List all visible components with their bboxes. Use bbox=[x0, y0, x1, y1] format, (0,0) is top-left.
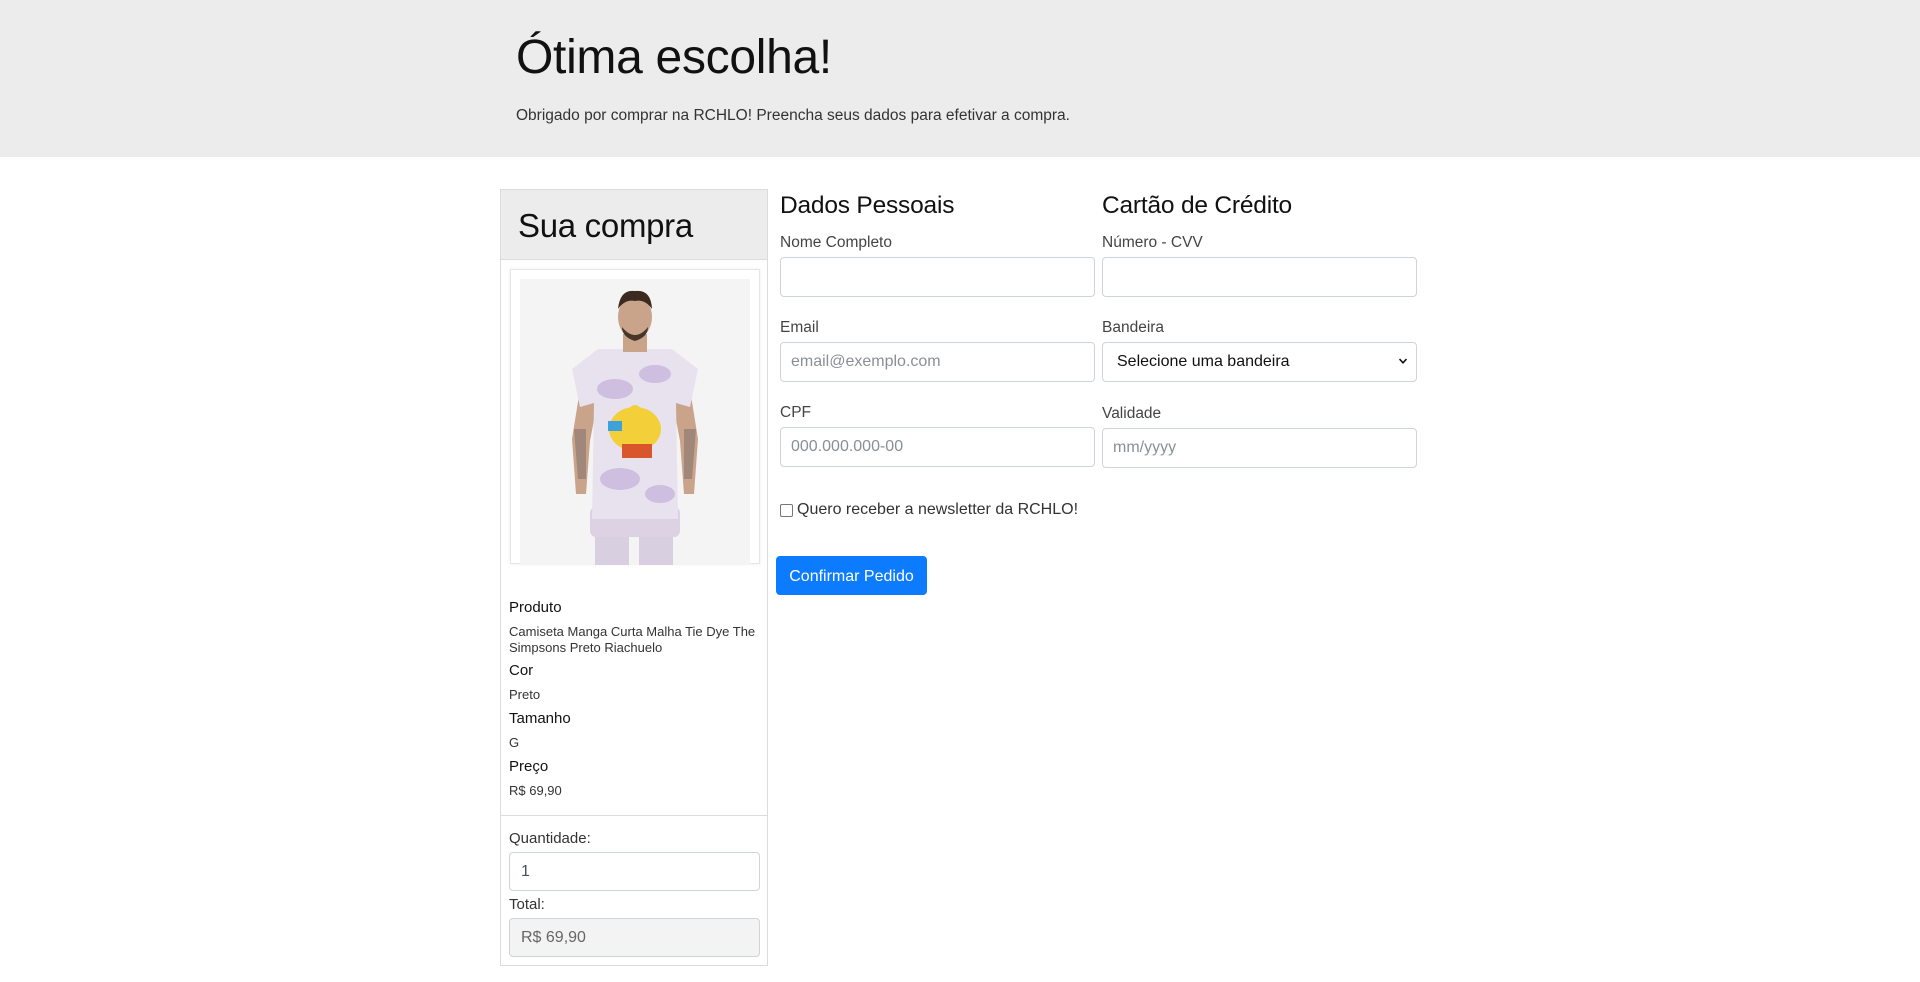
confirm-order-button[interactable]: Confirmar Pedido bbox=[776, 556, 927, 595]
order-summary-header: Sua compra bbox=[501, 190, 767, 260]
newsletter-label[interactable]: Quero receber a newsletter da RCHLO! bbox=[797, 501, 1078, 519]
product-label: Produto bbox=[509, 599, 562, 616]
card-divider bbox=[501, 815, 767, 816]
product-image bbox=[520, 279, 750, 565]
page-lead: Obrigado por comprar na RCHLO! Preencha … bbox=[516, 107, 1070, 124]
card-number-input[interactable] bbox=[1102, 257, 1417, 297]
card-number-label: Número - CVV bbox=[1102, 234, 1203, 251]
newsletter-checkbox[interactable] bbox=[780, 504, 793, 517]
order-summary-card: Sua compra Produto Camiseta Manga Curta … bbox=[500, 189, 768, 966]
total-label: Total: bbox=[509, 896, 545, 913]
total-field: R$ 69,90 bbox=[509, 918, 760, 957]
product-thumbnail bbox=[510, 269, 760, 565]
personal-data-title: Dados Pessoais bbox=[780, 192, 955, 219]
size-label: Tamanho bbox=[509, 710, 571, 727]
card-brand-selected: Selecione uma bandeira bbox=[1117, 353, 1290, 370]
cpf-input[interactable]: 000.000.000-00 bbox=[780, 427, 1095, 467]
expiry-placeholder: mm/yyyy bbox=[1113, 439, 1177, 456]
cpf-placeholder: 000.000.000-00 bbox=[791, 438, 904, 455]
chevron-down-icon bbox=[1399, 358, 1407, 364]
tshirt-model-illustration bbox=[520, 279, 750, 565]
price-value: R$ 69,90 bbox=[509, 783, 562, 798]
full-name-label: Nome Completo bbox=[780, 234, 892, 251]
cpf-label: CPF bbox=[780, 404, 811, 421]
email-placeholder: email@exemplo.com bbox=[791, 353, 941, 370]
card-brand-label: Bandeira bbox=[1102, 319, 1165, 336]
expiry-label: Validade bbox=[1102, 405, 1162, 422]
color-value: Preto bbox=[509, 687, 541, 702]
quantity-label: Quantidade: bbox=[509, 830, 591, 847]
credit-card-title: Cartão de Crédito bbox=[1102, 192, 1292, 219]
email-input[interactable]: email@exemplo.com bbox=[780, 342, 1095, 382]
card-brand-select[interactable]: Selecione uma bandeira bbox=[1102, 342, 1417, 382]
order-summary-title: Sua compra bbox=[518, 207, 693, 244]
quantity-input[interactable]: 1 bbox=[509, 852, 760, 891]
size-value: G bbox=[509, 735, 520, 750]
color-label: Cor bbox=[509, 662, 534, 679]
product-name: Camiseta Manga Curta Malha Tie Dye The S… bbox=[509, 624, 756, 655]
price-label: Preço bbox=[509, 758, 549, 775]
full-name-input[interactable] bbox=[780, 257, 1095, 297]
email-label: Email bbox=[780, 319, 819, 336]
expiry-input[interactable]: mm/yyyy bbox=[1102, 428, 1417, 468]
page-title: Ótima escolha! bbox=[516, 31, 832, 84]
page-header: Ótima escolha! Obrigado por comprar na R… bbox=[0, 0, 1920, 157]
